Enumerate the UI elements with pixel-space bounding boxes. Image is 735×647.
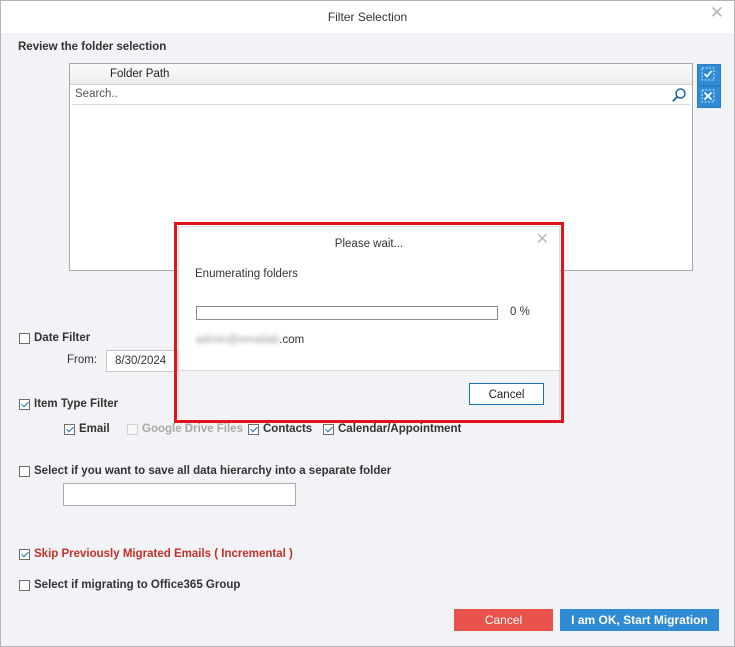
folder-path-column-header[interactable]: Folder Path xyxy=(70,64,692,85)
hierarchy-label: Select if you want to save all data hier… xyxy=(34,465,392,477)
check-all-icon xyxy=(701,67,715,81)
from-date-field[interactable]: 8/30/2024 xyxy=(106,350,178,372)
contacts-checkbox[interactable] xyxy=(248,423,259,435)
start-migration-button[interactable]: I am OK, Start Migration xyxy=(560,609,719,631)
folder-search-bar xyxy=(72,85,690,105)
hierarchy-checkbox[interactable] xyxy=(19,465,30,477)
cancel-button[interactable]: Cancel xyxy=(454,609,553,631)
highlight-outline xyxy=(174,222,564,423)
skip-migrated-option[interactable]: Skip Previously Migrated Emails ( Increm… xyxy=(19,548,293,560)
date-filter-option[interactable]: Date Filter xyxy=(19,332,90,344)
date-filter-label: Date Filter xyxy=(34,332,91,344)
search-icon[interactable] xyxy=(671,87,687,103)
deselect-all-button[interactable] xyxy=(697,86,721,108)
folder-search-input[interactable] xyxy=(75,86,655,102)
office365-group-option[interactable]: Select if migrating to Office365 Group xyxy=(19,579,240,591)
skip-migrated-checkbox[interactable] xyxy=(19,548,30,560)
filter-selection-window: Filter Selection ✕ Review the folder sel… xyxy=(0,0,735,647)
window-title: Filter Selection xyxy=(327,10,408,24)
contacts-label: Contacts xyxy=(263,423,313,435)
folder-selection-label: Review the folder selection xyxy=(18,41,167,53)
skip-migrated-label: Skip Previously Migrated Emails ( Increm… xyxy=(34,548,293,560)
item-type-contacts[interactable]: Contacts xyxy=(248,423,312,435)
hierarchy-folder-name-input[interactable] xyxy=(63,483,296,506)
item-type-google-drive: Google Drive Files xyxy=(127,423,243,435)
item-type-email[interactable]: Email xyxy=(64,423,110,435)
calendar-checkbox[interactable] xyxy=(323,423,334,435)
close-icon[interactable]: ✕ xyxy=(710,3,724,23)
office365-group-checkbox[interactable] xyxy=(19,579,30,591)
item-type-filter-checkbox[interactable] xyxy=(19,398,30,410)
folder-path-header-label: Folder Path xyxy=(110,68,170,80)
email-checkbox[interactable] xyxy=(64,423,75,435)
from-date-label: From: xyxy=(67,354,98,366)
date-filter-checkbox[interactable] xyxy=(19,332,30,344)
google-drive-label: Google Drive Files xyxy=(142,423,243,435)
office365-group-label: Select if migrating to Office365 Group xyxy=(34,579,241,591)
item-type-calendar[interactable]: Calendar/Appointment xyxy=(323,423,461,435)
uncheck-all-icon xyxy=(701,89,715,103)
google-drive-checkbox xyxy=(127,423,138,435)
item-type-filter-option[interactable]: Item Type Filter xyxy=(19,398,118,410)
email-label: Email xyxy=(79,423,110,435)
calendar-label: Calendar/Appointment xyxy=(338,423,462,435)
select-all-button[interactable] xyxy=(697,64,721,86)
title-bar: Filter Selection ✕ xyxy=(1,1,734,33)
item-type-filter-label: Item Type Filter xyxy=(34,398,119,410)
from-date-value: 8/30/2024 xyxy=(115,355,167,367)
hierarchy-option[interactable]: Select if you want to save all data hier… xyxy=(19,465,391,477)
